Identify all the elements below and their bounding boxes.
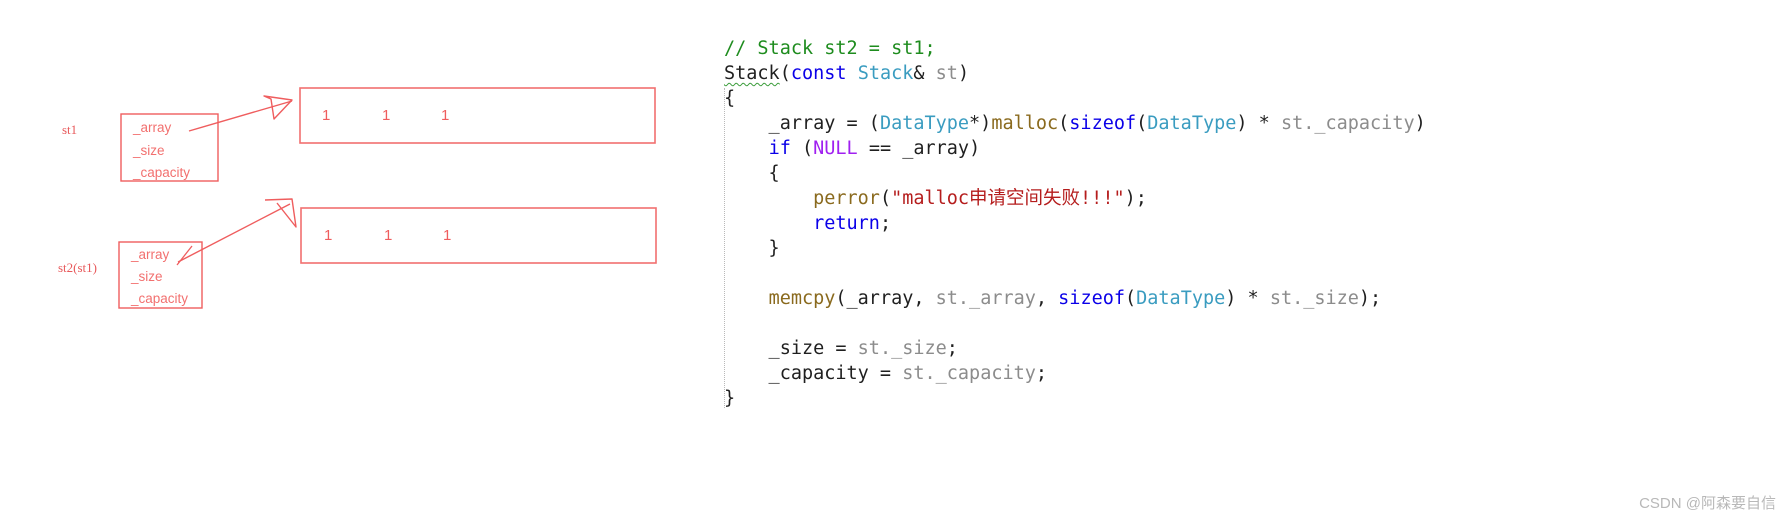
code-editor-pane[interactable]: // Stack st2 = st1; Stack(const Stack& st… xyxy=(700,0,1790,523)
code-token: ) * xyxy=(1236,113,1281,134)
code-token: ; xyxy=(1035,363,1048,384)
code-token: const xyxy=(790,63,847,84)
st1-array-box xyxy=(299,87,656,144)
st2-object-label: st2(st1) xyxy=(58,260,97,275)
code-token: Stack xyxy=(724,63,780,84)
st2-array-cell-1: 1 xyxy=(384,227,393,244)
csdn-watermark: CSDN @阿森要自信 xyxy=(1639,495,1776,512)
st2-field-capacity: _capacity xyxy=(131,291,189,306)
st1-array-cell-0: 1 xyxy=(322,107,331,124)
code-line-5: if (NULL == _array) xyxy=(700,136,1790,161)
code-token: Stack xyxy=(857,63,914,84)
st2-pointer-arrow xyxy=(177,203,291,263)
diagram-vector-layer xyxy=(118,87,657,309)
code-token: ( xyxy=(879,188,892,209)
st1-array-cell-1: 1 xyxy=(382,107,391,124)
code-token: ; xyxy=(879,213,892,234)
code-token: ( xyxy=(1125,288,1137,309)
code-token: st xyxy=(1269,288,1293,309)
st1-field-array: _array xyxy=(133,120,172,135)
code-token: st xyxy=(1280,113,1304,134)
code-token: st xyxy=(935,288,958,309)
st2-array-cell-0: 1 xyxy=(324,227,333,244)
st2-arrow-head xyxy=(264,198,297,228)
code-line-14: _capacity = st._capacity; xyxy=(700,361,1790,386)
code-line-1: // Stack st2 = st1; xyxy=(700,36,1790,61)
code-line-2: Stack(const Stack& st) xyxy=(700,61,1790,86)
code-token: { xyxy=(724,163,780,184)
code-token: perror xyxy=(813,188,880,209)
code-line-4: _array = (DataType*)malloc(sizeof(DataTy… xyxy=(700,111,1790,136)
code-token: DataType xyxy=(1147,113,1237,134)
st1-object-label: st1 xyxy=(62,122,78,137)
code-token: (_array, xyxy=(835,288,936,309)
code-token: ._size xyxy=(1292,288,1359,309)
code-token: memcpy xyxy=(768,288,836,309)
code-line-11: memcpy(_array, st._array, sizeof(DataTyp… xyxy=(700,286,1790,311)
code-token: ._capacity xyxy=(1303,113,1415,134)
code-token: ._capacity xyxy=(924,363,1036,384)
code-line-3: { xyxy=(700,86,1790,111)
st2-field-size: _size xyxy=(131,269,163,284)
st2-array-box xyxy=(300,207,657,264)
st1-array-cell-2: 1 xyxy=(441,107,450,124)
code-token: { xyxy=(724,88,736,109)
code-token: ); xyxy=(1358,288,1382,309)
code-token: if xyxy=(768,138,791,159)
code-token: // Stack st2 = st1; xyxy=(724,38,936,59)
code-token: ( xyxy=(779,63,791,84)
code-token: NULL xyxy=(813,138,858,159)
code-token: st xyxy=(857,338,880,359)
code-token: st xyxy=(902,363,925,384)
code-token: return xyxy=(813,213,880,234)
code-token: , xyxy=(1035,288,1059,309)
code-token: ; xyxy=(946,338,958,359)
code-token: ._array xyxy=(957,288,1036,309)
code-token: ( xyxy=(1058,113,1070,134)
code-token: "malloc申请空间失败!!!" xyxy=(891,188,1125,209)
code-token: *) xyxy=(969,113,992,134)
code-line-13: _size = st._size; xyxy=(700,336,1790,361)
st2-field-array: _array xyxy=(131,247,170,262)
code-line-15: } xyxy=(700,386,1790,411)
code-line-6: { xyxy=(700,161,1790,186)
code-line-9: } xyxy=(700,236,1790,261)
code-token: ( xyxy=(790,138,814,159)
st1-field-capacity: _capacity xyxy=(133,165,191,180)
st1-field-size: _size xyxy=(133,143,165,158)
code-token: ) * xyxy=(1225,288,1270,309)
code-token: _size = xyxy=(724,338,858,359)
st2-array-cell-2: 1 xyxy=(443,227,452,244)
code-token: ); xyxy=(1124,188,1147,209)
code-token: sizeof xyxy=(1069,113,1137,134)
code-token: ) xyxy=(1414,113,1426,134)
code-token: == _array) xyxy=(857,138,981,159)
code-token: _array = ( xyxy=(724,113,880,134)
code-token: _capacity = xyxy=(724,363,903,384)
code-token: malloc xyxy=(991,113,1059,134)
code-token: ) xyxy=(957,63,970,84)
code-token: & xyxy=(913,63,936,84)
memory-layout-diagram: st1 _array _size _capacity 1 1 1 st2(st1… xyxy=(0,0,700,523)
code-line-8: return; xyxy=(700,211,1790,236)
code-token: } xyxy=(724,388,736,409)
code-token: ( xyxy=(1136,113,1148,134)
code-token: ._size xyxy=(879,338,947,359)
code-token: sizeof xyxy=(1058,288,1125,309)
code-token: st xyxy=(935,63,958,84)
code-token: DataType xyxy=(1136,288,1226,309)
code-token: DataType xyxy=(879,113,970,134)
code-line-7: perror("malloc申请空间失败!!!"); xyxy=(700,186,1790,211)
code-token: } xyxy=(724,238,780,259)
